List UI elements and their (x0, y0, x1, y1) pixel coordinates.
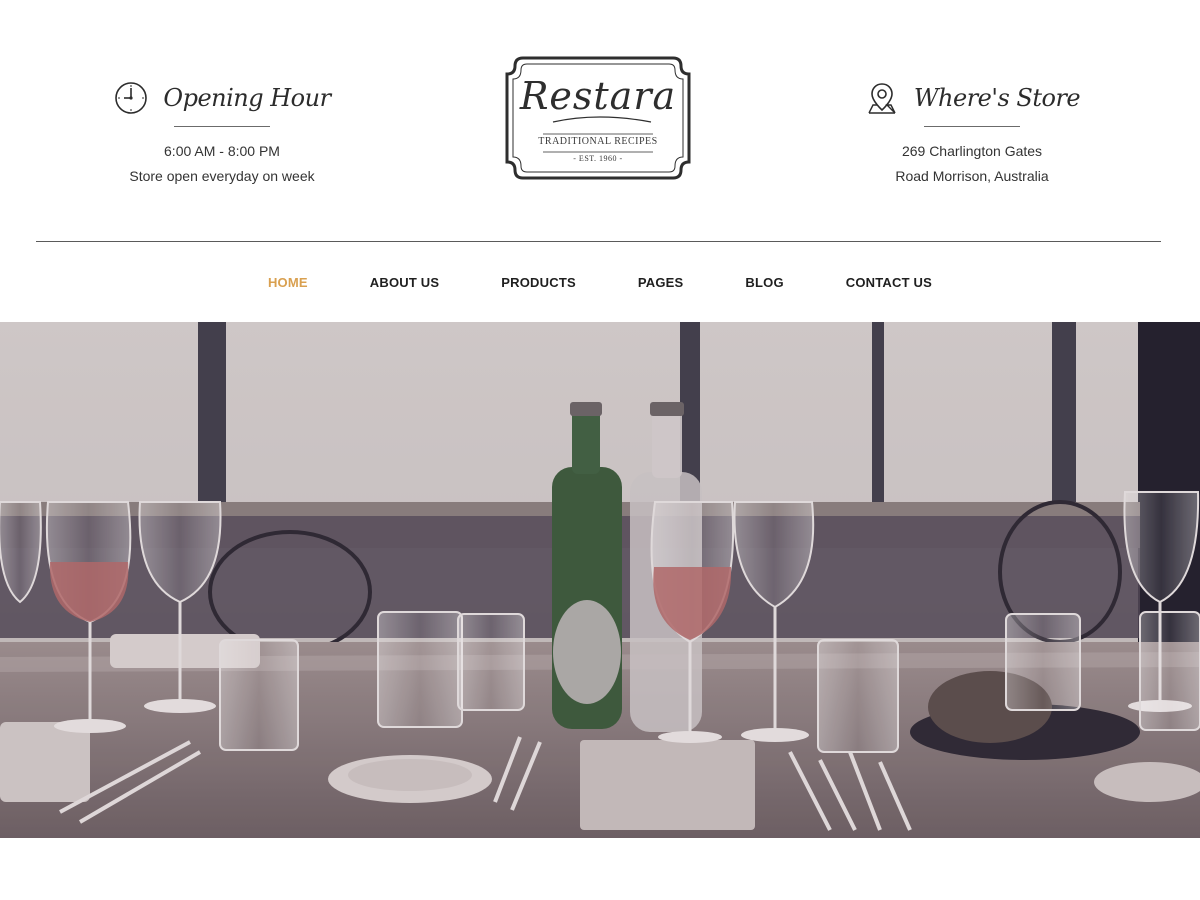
nav-item-home[interactable]: HOME (268, 275, 308, 290)
site-header: Opening Hour 6:00 AM - 8:00 PM Store ope… (0, 0, 1200, 242)
logo-tagline: TRADITIONAL RECIPES (538, 136, 658, 147)
opening-hours-text: 6:00 AM - 8:00 PM (164, 143, 280, 159)
opening-hour-divider (174, 126, 270, 127)
opening-hour-heading: Opening Hour (92, 78, 352, 118)
nav-item-pages[interactable]: PAGES (638, 275, 684, 290)
store-location-heading: Where's Store (842, 78, 1102, 118)
hero-image (0, 322, 1200, 838)
store-address-line-1: 269 Charlington Gates (901, 143, 1043, 159)
site-logo[interactable]: Restara TRADITIONAL RECIPES - EST. 1960 … (501, 52, 695, 184)
logo-name: Restara (519, 74, 677, 118)
restaurant-table-photo (0, 322, 1200, 838)
store-location-title: Where's Store (913, 84, 1081, 112)
opening-days-text: Store open everyday on week (129, 168, 315, 184)
opening-hour-block: Opening Hour 6:00 AM - 8:00 PM Store ope… (92, 78, 352, 189)
nav-item-blog[interactable]: BLOG (745, 275, 783, 290)
store-address-line-2: Road Morrison, Australia (895, 168, 1049, 184)
nav-item-about-us[interactable]: ABOUT US (370, 275, 440, 290)
header-divider (36, 241, 1161, 242)
logo-established: - EST. 1960 - (573, 154, 623, 163)
nav-item-products[interactable]: PRODUCTS (501, 275, 576, 290)
map-pin-icon (864, 80, 900, 116)
main-navigation: HOME ABOUT US PRODUCTS PAGES BLOG CONTAC… (0, 262, 1200, 302)
opening-hour-title: Opening Hour (163, 84, 331, 112)
clock-icon (113, 80, 149, 116)
store-location-block: Where's Store 269 Charlington Gates Road… (842, 78, 1102, 189)
nav-item-contact-us[interactable]: CONTACT US (846, 275, 932, 290)
store-location-divider (924, 126, 1020, 127)
